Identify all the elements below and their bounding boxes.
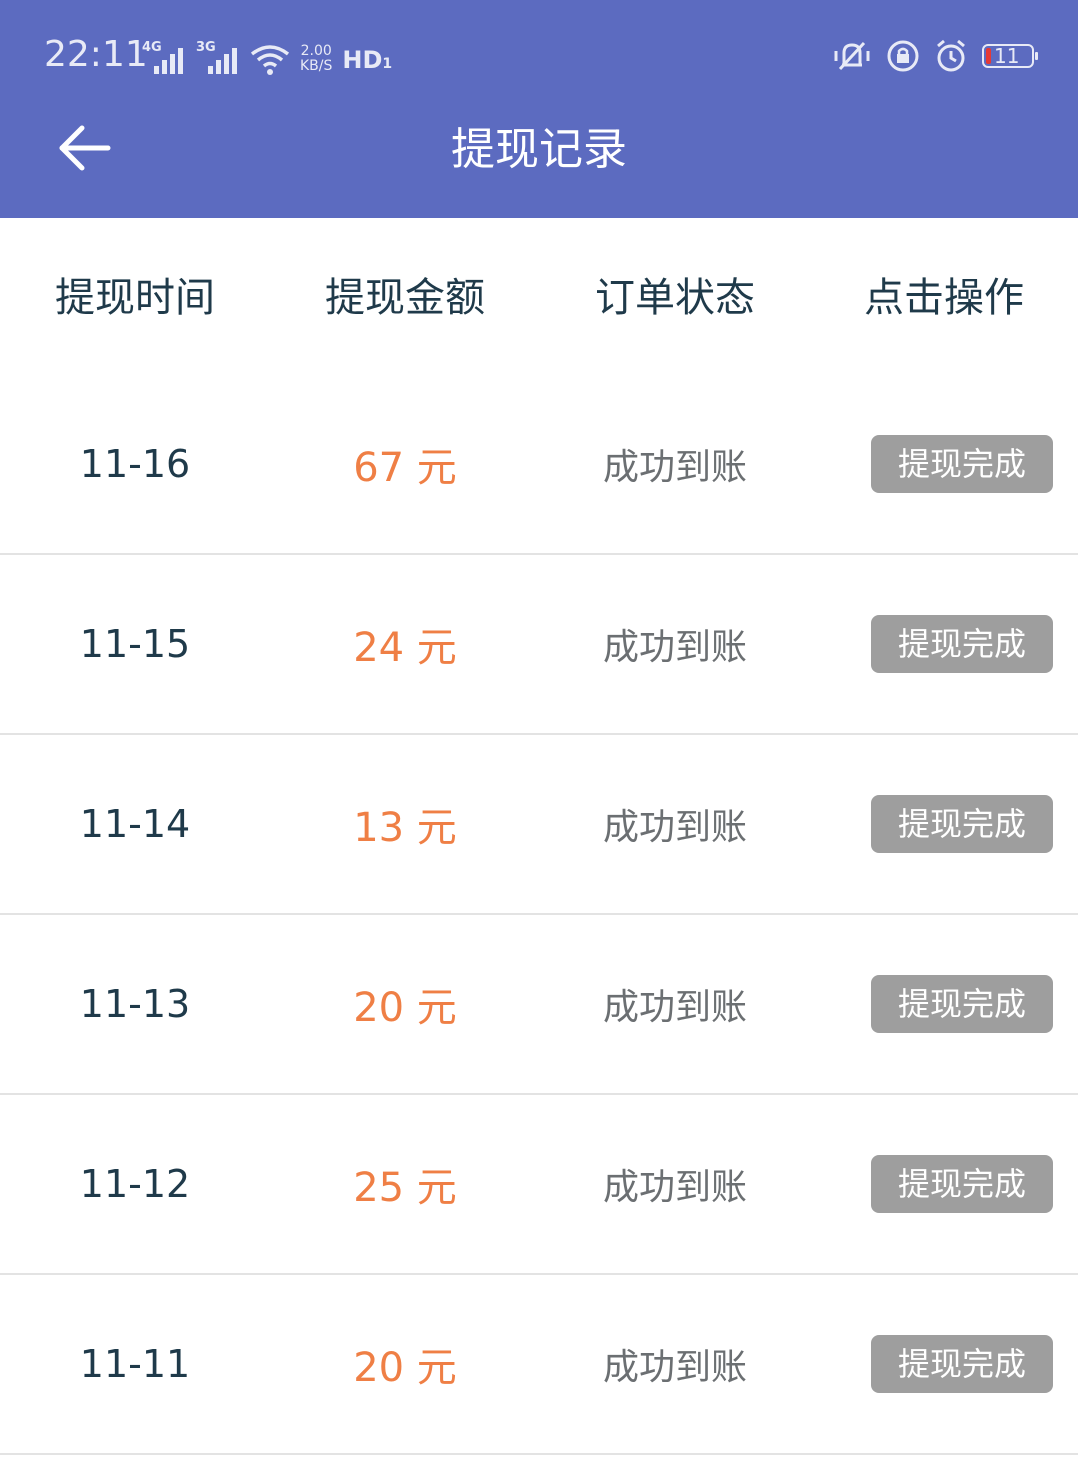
signal-4g-icon: 4G <box>142 40 186 76</box>
row-amount: 24 元 <box>353 625 457 671</box>
status-left-icons: 4G 3G 2.00 KB/S HD1 <box>142 36 392 76</box>
alarm-icon <box>937 39 965 72</box>
hd-voice-icon: HD1 <box>342 46 393 74</box>
status-bar: 22:11 4G 3G 2.00 KB/S HD1 11 <box>0 28 1078 84</box>
column-header-status: 订单状态 <box>595 275 755 321</box>
row-date: 11-11 <box>79 1342 191 1386</box>
table-header: 提现时间 提现金额 订单状态 点击操作 <box>0 218 1078 378</box>
withdrawal-list: 11-16 67 元 成功到账 提现完成 11-15 24 元 成功到账 提现完… <box>0 375 1078 1455</box>
withdraw-complete-button[interactable]: 提现完成 <box>871 435 1053 493</box>
signal-3g-icon: 3G <box>196 40 240 76</box>
row-amount: 67 元 <box>353 445 457 491</box>
battery-level <box>986 48 991 64</box>
row-amount: 20 元 <box>353 985 457 1031</box>
withdraw-complete-button[interactable]: 提现完成 <box>871 615 1053 673</box>
row-status: 成功到账 <box>602 1167 747 1208</box>
table-row: 11-15 24 元 成功到账 提现完成 <box>0 555 1078 735</box>
row-status: 成功到账 <box>602 1347 747 1388</box>
row-date: 11-16 <box>79 442 191 486</box>
table-row: 11-13 20 元 成功到账 提现完成 <box>0 915 1078 1095</box>
row-status: 成功到账 <box>602 807 747 848</box>
table-row: 11-11 20 元 成功到账 提现完成 <box>0 1275 1078 1455</box>
withdraw-complete-button[interactable]: 提现完成 <box>871 1335 1053 1393</box>
battery-icon: 11 <box>982 44 1038 68</box>
vibrate-icon <box>834 41 870 71</box>
row-status: 成功到账 <box>602 447 747 488</box>
column-header-amount: 提现金额 <box>325 275 485 321</box>
withdraw-complete-button[interactable]: 提现完成 <box>871 1155 1053 1213</box>
table-row: 11-16 67 元 成功到账 提现完成 <box>0 375 1078 555</box>
row-amount: 13 元 <box>353 805 457 851</box>
column-header-action: 点击操作 <box>864 275 1024 321</box>
status-time: 22:11 <box>44 34 148 75</box>
withdraw-complete-button[interactable]: 提现完成 <box>871 795 1053 853</box>
row-status: 成功到账 <box>602 987 747 1028</box>
row-amount: 25 元 <box>353 1165 457 1211</box>
row-date: 11-13 <box>79 982 191 1026</box>
table-row: 11-12 25 元 成功到账 提现完成 <box>0 1095 1078 1275</box>
row-date: 11-14 <box>79 802 191 846</box>
wifi-icon <box>250 45 290 75</box>
table-row: 11-14 13 元 成功到账 提现完成 <box>0 735 1078 915</box>
row-status: 成功到账 <box>602 627 747 668</box>
row-date: 11-15 <box>79 622 191 666</box>
network-speed: 2.00 KB/S <box>300 43 333 74</box>
rotation-lock-icon <box>887 40 919 72</box>
row-date: 11-12 <box>79 1162 191 1206</box>
status-right-icons: 11 <box>832 36 1038 76</box>
column-header-time: 提现时间 <box>55 275 215 321</box>
app-header: 22:11 4G 3G 2.00 KB/S HD1 11 提现记录 <box>0 0 1078 218</box>
withdraw-complete-button[interactable]: 提现完成 <box>871 975 1053 1033</box>
page-title: 提现记录 <box>451 124 627 175</box>
row-amount: 20 元 <box>353 1345 457 1391</box>
